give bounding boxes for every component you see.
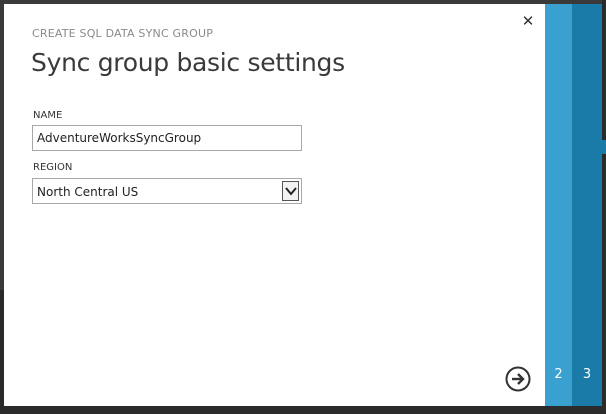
page-title: Sync group basic settings	[31, 48, 345, 77]
step-2-number: 2	[554, 367, 563, 382]
name-input[interactable]	[32, 125, 302, 151]
close-icon[interactable]: ✕	[522, 13, 535, 30]
arrow-right-circle-icon[interactable]	[505, 366, 531, 392]
create-sync-group-dialog: CREATE SQL DATA SYNC GROUP Sync group ba…	[4, 4, 545, 406]
region-selected-value: North Central US	[37, 185, 139, 199]
step-3-number: 3	[582, 367, 592, 382]
step-3-tab[interactable]: 3	[572, 4, 602, 406]
close-button[interactable]: ✕	[520, 14, 536, 30]
region-select[interactable]: North Central US	[32, 178, 302, 204]
edge-mark	[602, 140, 606, 154]
edge-strip	[602, 0, 606, 414]
region-label: REGION	[33, 162, 73, 173]
wizard-subtitle: CREATE SQL DATA SYNC GROUP	[32, 27, 214, 40]
chevron-down-icon[interactable]	[282, 181, 299, 201]
name-label: NAME	[33, 110, 63, 121]
step-2-tab[interactable]: 2	[545, 4, 572, 406]
next-button[interactable]	[505, 366, 531, 392]
